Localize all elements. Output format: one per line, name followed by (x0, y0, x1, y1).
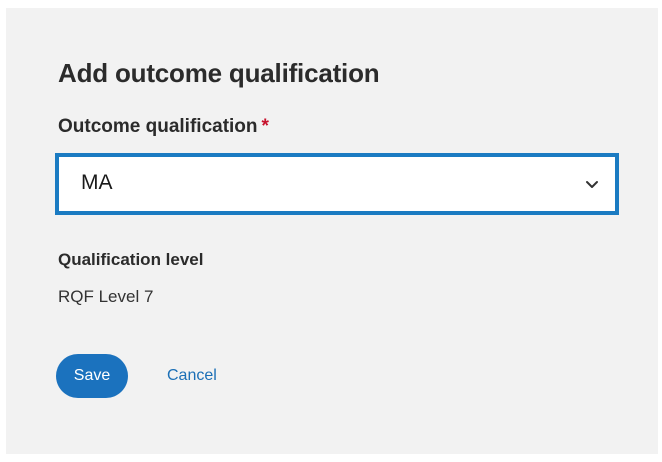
add-outcome-qualification-panel: Add outcome qualification Outcome qualif… (6, 8, 658, 454)
chevron-down-icon[interactable] (583, 175, 601, 193)
selected-value: MA (81, 171, 113, 194)
cancel-link[interactable]: Cancel (167, 367, 217, 385)
field-label-text: Outcome qualification (58, 116, 258, 137)
outcome-qualification-label: Outcome qualification * (58, 116, 269, 138)
page-title: Add outcome qualification (58, 58, 380, 88)
save-button[interactable]: Save (56, 354, 128, 398)
qualification-level-label: Qualification level (58, 250, 204, 269)
required-marker: * (261, 116, 269, 137)
qualification-level-value: RQF Level 7 (58, 287, 154, 306)
outcome-qualification-select[interactable]: MA (55, 153, 619, 215)
